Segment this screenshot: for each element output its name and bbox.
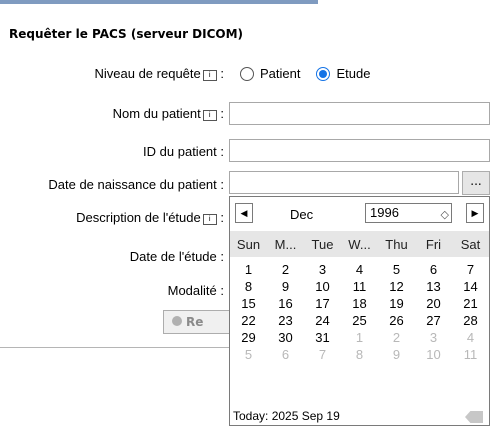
calendar-day[interactable]: 9 — [267, 279, 304, 294]
info-icon[interactable]: i — [202, 214, 217, 225]
query-level-radio-group: Patient Etude — [240, 66, 386, 81]
calendar-day[interactable]: 27 — [415, 313, 452, 328]
calendar-day[interactable]: 19 — [378, 296, 415, 311]
calendar-day[interactable]: 13 — [415, 279, 452, 294]
calendar-day[interactable]: 22 — [230, 313, 267, 328]
calendar-week-row: 5 6 7 8 9 10 11 — [230, 346, 489, 363]
calendar-day[interactable]: 15 — [230, 296, 267, 311]
calendar-day[interactable]: 4 — [341, 262, 378, 277]
calendar-day[interactable]: 6 — [267, 347, 304, 362]
calendar-day[interactable]: 7 — [452, 262, 489, 277]
calendar-day[interactable]: 6 — [415, 262, 452, 277]
calendar-year-spinner[interactable]: 1996 ◇ — [365, 203, 452, 223]
prev-month-button[interactable]: ◀ — [235, 203, 253, 223]
weekday-label: Sun — [236, 236, 261, 252]
query-level-text: Niveau de requête — [94, 66, 201, 81]
radio-study[interactable] — [316, 66, 331, 81]
patient-name-label: Nom du patient i : — [113, 106, 224, 121]
weekday-label: Sat — [460, 236, 481, 252]
panel-title: Requêter le PACS (serveur DICOM) — [9, 27, 244, 41]
study-date-label: Date de l'étude : — [129, 249, 224, 264]
calendar-day[interactable]: 25 — [341, 313, 378, 328]
calendar-day[interactable]: 30 — [267, 330, 304, 345]
calendar-header: ◀ Dec 1996 ◇ ▶ — [230, 197, 489, 231]
calendar-day[interactable]: 17 — [304, 296, 341, 311]
calendar-week-row: 29 30 31 1 2 3 4 — [230, 329, 489, 346]
weekday-label: W... — [348, 236, 371, 252]
patient-id-label: ID du patient : — [143, 144, 224, 159]
calendar-day[interactable]: 20 — [415, 296, 452, 311]
calendar-day[interactable]: 5 — [230, 347, 267, 362]
clear-icon[interactable] — [465, 411, 483, 423]
calendar-day[interactable]: 24 — [304, 313, 341, 328]
calendar-day[interactable]: 1 — [341, 330, 378, 345]
next-month-button[interactable]: ▶ — [466, 203, 484, 223]
calendar-day[interactable]: 8 — [230, 279, 267, 294]
study-description-label: Description de l'étude i : — [76, 210, 224, 225]
calendar-day[interactable]: 31 — [304, 330, 341, 345]
calendar-week-row: 22 23 24 25 26 27 28 — [230, 312, 489, 329]
calendar-day[interactable]: 28 — [452, 313, 489, 328]
divider — [0, 347, 232, 348]
calendar-day[interactable]: 23 — [267, 313, 304, 328]
radio-patient[interactable] — [240, 66, 254, 81]
calendar-month: Dec — [290, 207, 314, 222]
calendar-day[interactable]: 2 — [267, 262, 304, 277]
patient-id-input[interactable] — [229, 139, 490, 162]
weekday-header: Sun M... Tue W... Thu Fri Sat — [230, 231, 489, 257]
calendar-day[interactable]: 18 — [341, 296, 378, 311]
calendar-day[interactable]: 29 — [230, 330, 267, 345]
calendar-day[interactable]: 21 — [452, 296, 489, 311]
calendar-day[interactable]: 3 — [415, 330, 452, 345]
radio-study-label[interactable]: Etude — [336, 66, 370, 81]
weekday-label: Thu — [385, 236, 408, 252]
date-picker-popup: ◀ Dec 1996 ◇ ▶ Sun M... Tue W... Thu Fri… — [229, 196, 490, 426]
calendar-day[interactable]: 10 — [415, 347, 452, 362]
colon: : — [220, 106, 224, 121]
info-icon[interactable]: i — [202, 70, 217, 81]
colon: : — [220, 210, 224, 225]
panel-top-accent — [0, 0, 318, 4]
query-level-label: Niveau de requête i : — [94, 66, 224, 81]
info-icon[interactable]: i — [202, 110, 217, 121]
weekday-label: Fri — [425, 236, 442, 252]
weekday-label: M... — [274, 236, 297, 252]
modality-label: Modalité : — [167, 283, 224, 298]
calendar-day[interactable]: 4 — [452, 330, 489, 345]
calendar-days-grid: 1 2 3 4 5 6 7 8 9 10 11 12 13 14 15 16 17 18 19 20 21 22 23 24 2… — [230, 257, 489, 363]
patient-name-text: Nom du patient — [112, 106, 201, 121]
calendar-day[interactable]: 11 — [452, 347, 489, 362]
calendar-day[interactable]: 11 — [341, 279, 378, 294]
colon: : — [220, 66, 224, 81]
calendar-day[interactable]: 1 — [230, 262, 267, 277]
calendar-week-row: 8 9 10 11 12 13 14 — [230, 278, 489, 295]
birth-date-picker-button[interactable]: ... — [462, 171, 490, 195]
patient-name-input[interactable] — [229, 102, 490, 125]
calendar-day[interactable]: 16 — [267, 296, 304, 311]
calendar-day[interactable]: 2 — [378, 330, 415, 345]
birth-date-input[interactable] — [229, 171, 459, 194]
calendar-week-row: 1234567 — [230, 261, 489, 278]
radio-patient-label[interactable]: Patient — [260, 66, 300, 81]
calendar-day[interactable]: 7 — [304, 347, 341, 362]
search-icon — [172, 316, 182, 326]
calendar-week-row: 15 16 17 18 19 20 21 — [230, 295, 489, 312]
calendar-day[interactable]: 26 — [378, 313, 415, 328]
weekday-label: Tue — [311, 236, 334, 252]
calendar-year: 1996 — [370, 205, 399, 220]
calendar-day[interactable]: 9 — [378, 347, 415, 362]
calendar-day[interactable]: 14 — [452, 279, 489, 294]
study-description-text: Description de l'étude — [76, 210, 201, 225]
query-button-label: Re — [186, 315, 204, 329]
calendar-day[interactable]: 8 — [341, 347, 378, 362]
calendar-day[interactable]: 12 — [378, 279, 415, 294]
birth-date-label: Date de naissance du patient : — [48, 177, 224, 192]
calendar-day[interactable]: 3 — [304, 262, 341, 277]
calendar-day[interactable]: 10 — [304, 279, 341, 294]
today-label[interactable]: Today: 2025 Sep 19 — [233, 409, 340, 423]
spin-icon[interactable]: ◇ — [441, 206, 449, 224]
calendar-day[interactable]: 5 — [378, 262, 415, 277]
